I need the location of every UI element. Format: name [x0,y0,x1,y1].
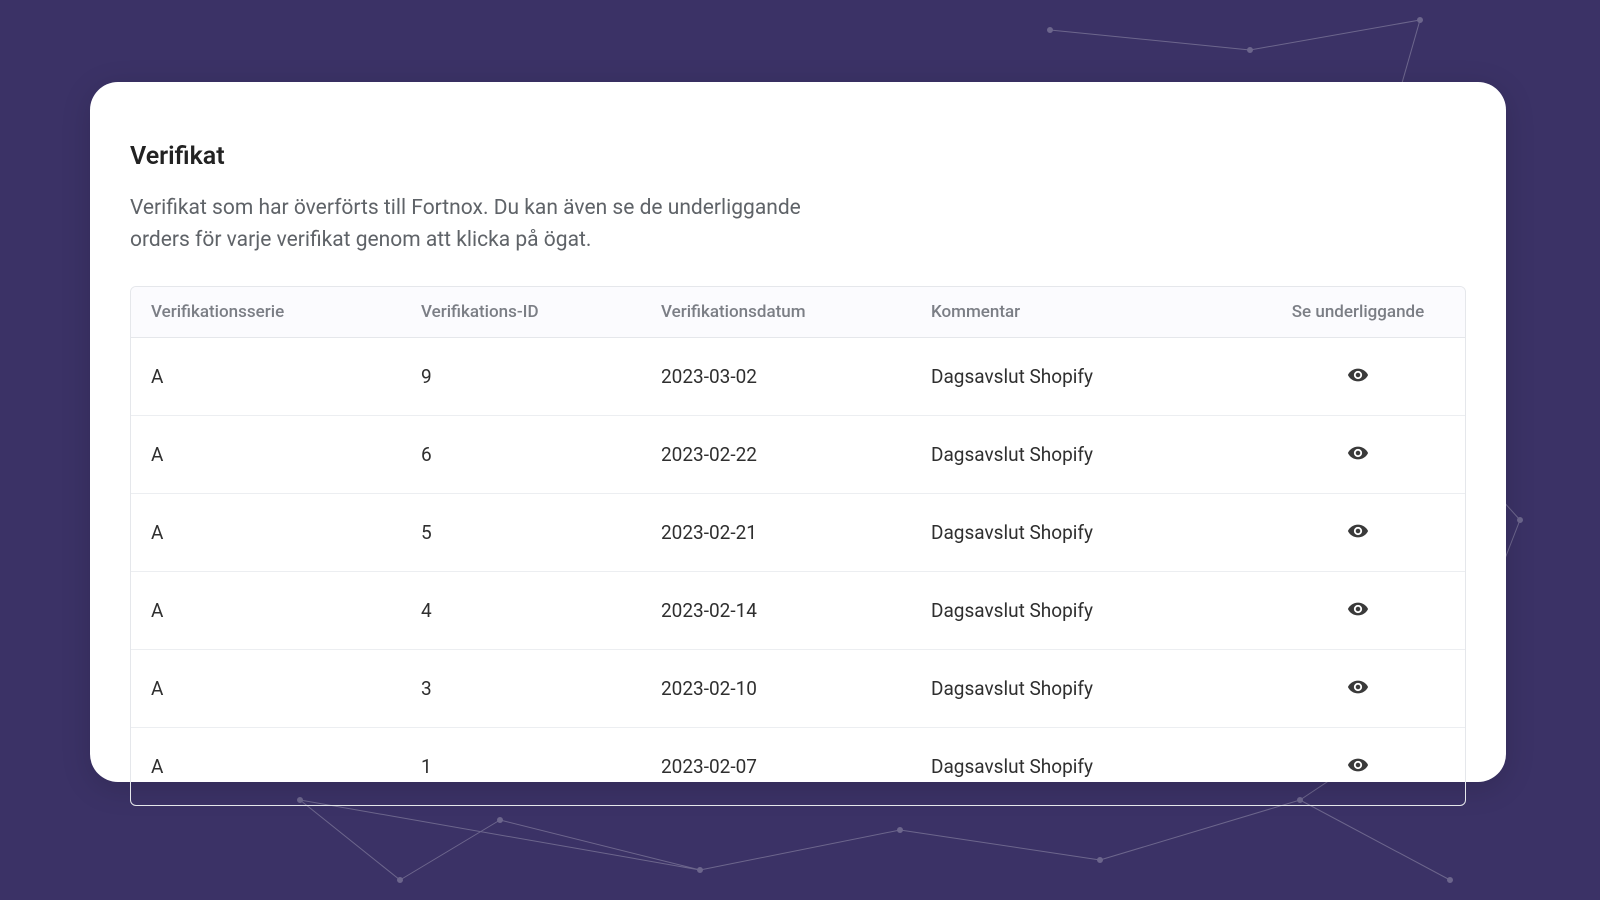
table-header-row: Verifikationsserie Verifikations-ID Veri… [131,287,1465,338]
cell-comment: Dagsavslut Shopify [911,579,1271,642]
eye-icon [1347,676,1369,701]
table-row: A62023-02-22Dagsavslut Shopify [131,416,1465,494]
cell-comment: Dagsavslut Shopify [911,501,1271,564]
cell-action [1271,416,1465,493]
cell-comment: Dagsavslut Shopify [911,423,1271,486]
cell-date: 2023-03-02 [641,345,911,408]
cell-comment: Dagsavslut Shopify [911,345,1271,408]
verifikat-panel: Verifikat Verifikat som har överförts ti… [90,82,1506,782]
cell-date: 2023-02-21 [641,501,911,564]
cell-date: 2023-02-10 [641,657,911,720]
cell-id: 4 [401,579,641,642]
cell-series: A [131,345,401,408]
cell-series: A [131,735,401,798]
cell-series: A [131,657,401,720]
cell-id: 9 [401,345,641,408]
cell-id: 1 [401,735,641,798]
cell-action [1271,338,1465,415]
cell-comment: Dagsavslut Shopify [911,657,1271,720]
table-body: A92023-03-02Dagsavslut ShopifyA62023-02-… [131,338,1465,805]
table-row: A32023-02-10Dagsavslut Shopify [131,650,1465,728]
cell-id: 3 [401,657,641,720]
col-header-action: Se underliggande [1271,287,1465,337]
eye-icon [1347,598,1369,623]
eye-icon [1347,520,1369,545]
cell-comment: Dagsavslut Shopify [911,735,1271,798]
col-header-comment: Kommentar [911,287,1271,337]
verifikat-table: Verifikationsserie Verifikations-ID Veri… [130,286,1466,806]
view-underlying-button[interactable] [1341,436,1375,473]
cell-action [1271,494,1465,571]
cell-date: 2023-02-07 [641,735,911,798]
cell-date: 2023-02-22 [641,423,911,486]
cell-id: 6 [401,423,641,486]
cell-series: A [131,423,401,486]
table-row: A12023-02-07Dagsavslut Shopify [131,728,1465,805]
cell-date: 2023-02-14 [641,579,911,642]
table-row: A92023-03-02Dagsavslut Shopify [131,338,1465,416]
cell-id: 5 [401,501,641,564]
view-underlying-button[interactable] [1341,748,1375,785]
col-header-series: Verifikationsserie [131,287,401,337]
eye-icon [1347,754,1369,779]
col-header-id: Verifikations-ID [401,287,641,337]
view-underlying-button[interactable] [1341,670,1375,707]
panel-description: Verifikat som har överförts till Fortnox… [130,193,830,256]
view-underlying-button[interactable] [1341,592,1375,629]
eye-icon [1347,364,1369,389]
cell-series: A [131,579,401,642]
table-row: A52023-02-21Dagsavslut Shopify [131,494,1465,572]
cell-action [1271,572,1465,649]
view-underlying-button[interactable] [1341,514,1375,551]
col-header-date: Verifikationsdatum [641,287,911,337]
table-row: A42023-02-14Dagsavslut Shopify [131,572,1465,650]
view-underlying-button[interactable] [1341,358,1375,395]
cell-action [1271,650,1465,727]
panel-title: Verifikat [130,142,1466,171]
cell-series: A [131,501,401,564]
cell-action [1271,728,1465,805]
eye-icon [1347,442,1369,467]
